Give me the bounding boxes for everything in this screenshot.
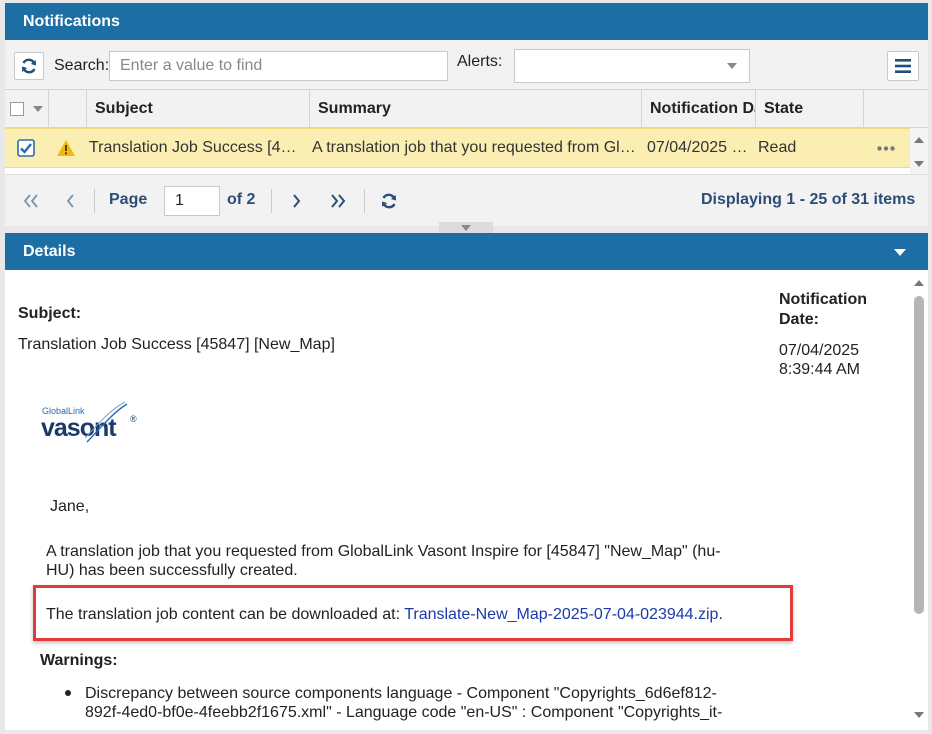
chevron-down-icon [727,63,737,69]
pager-separator [94,189,95,213]
row-date: 07/04/2025 8:39:44 AM [647,139,752,156]
pager-separator [271,189,272,213]
warning-icon [57,140,75,156]
notifications-title: Notifications [23,13,120,30]
warnings-label: Warnings: [40,652,118,669]
row-state: Read [758,139,797,156]
scroll-up-icon[interactable] [914,137,924,143]
page-number-input[interactable] [164,186,220,216]
logo-swoosh-icon [84,401,128,443]
pager: Page of 2 Displaying 1 - 25 of 31 items [5,174,928,226]
col-actions [863,90,928,128]
scroll-up-icon[interactable] [914,280,924,286]
chevron-down-icon [461,224,471,231]
highlight-box [33,585,793,641]
menu-button[interactable] [887,51,919,81]
row-summary: A translation job that you requested fro… [312,139,637,156]
displaying-items-label: Displaying 1 - 25 of 31 items [701,191,916,208]
scroll-down-icon[interactable] [914,712,924,718]
scroll-down-icon[interactable] [914,161,924,167]
more-options-icon[interactable] [877,146,895,151]
subject-label: Subject: [18,305,82,322]
notification-date-label-line1: Notification [779,291,867,308]
details-header[interactable]: Details [5,233,928,270]
col-state[interactable]: State [755,90,863,128]
next-page-icon[interactable] [292,194,302,208]
details-scrollbar[interactable] [910,272,928,728]
body-text-line1: A translation job that you requested fro… [46,543,721,560]
search-input[interactable] [109,51,448,81]
subject-value: Translation Job Success [45847] [New_Map… [18,336,335,353]
chevron-down-icon[interactable] [33,106,43,112]
refresh-icon [22,58,36,74]
table-row[interactable]: Translation Job Success [45847] [New_Map… [5,128,910,168]
vasont-logo: GlobalLink vasont ® [41,398,151,448]
panel-splitter[interactable] [439,222,493,233]
alerts-label: Alerts: [457,53,503,70]
notification-date-label-line2: Date: [779,311,820,328]
hamburger-icon [895,59,911,73]
warning-item-line2: 892f-4ed0-bf0e-4feebb2f1675.xml" - Langu… [85,704,723,721]
notification-date-value-line2: 8:39:44 AM [779,361,860,378]
first-page-icon[interactable] [23,194,39,208]
chevron-down-icon[interactable] [894,249,906,256]
alerts-select[interactable] [514,49,750,83]
warning-item-line1: Discrepancy between source components la… [85,685,717,702]
refresh-button[interactable] [14,52,44,80]
greeting-text: Jane, [50,498,90,515]
col-summary[interactable]: Summary [309,90,641,128]
bullet [65,690,71,696]
details-body: Subject: Translation Job Success [45847]… [5,270,928,730]
grid-header: Subject Summary Notification Date State [5,90,928,128]
refresh-icon[interactable] [380,192,398,210]
grid-scrollbar[interactable] [910,128,928,174]
row-subject: Translation Job Success [45847] [New_Map… [89,139,303,156]
checkbox-checked-icon[interactable] [17,139,35,157]
select-all-checkbox[interactable] [10,102,24,116]
notifications-header: Notifications [5,3,928,40]
details-title: Details [23,243,76,260]
col-alert-icon [48,90,86,128]
col-subject[interactable]: Subject [86,90,309,128]
last-page-icon[interactable] [330,194,346,208]
registered-mark: ® [130,414,137,424]
col-notification-date[interactable]: Notification Date [641,90,755,128]
scrollbar-thumb[interactable] [914,296,924,614]
body-text-line2: HU) has been successfully created. [46,562,298,579]
page-count-label: of 2 [227,191,256,208]
page-label: Page [109,191,148,208]
search-label: Search: [54,57,110,74]
pager-separator [364,189,365,213]
prev-page-icon[interactable] [65,194,75,208]
notifications-toolbar: Search: Alerts: [5,40,928,90]
notification-date-value-line1: 07/04/2025 [779,342,860,359]
